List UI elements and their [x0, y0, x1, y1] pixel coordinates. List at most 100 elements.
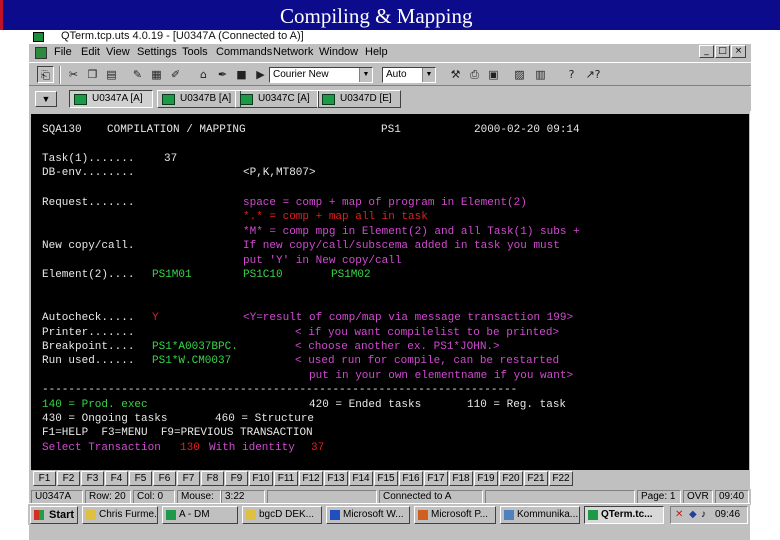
macro-icon[interactable]: ✐	[167, 66, 184, 83]
fkey-f3[interactable]: F3	[81, 471, 104, 486]
chevron-down-icon[interactable]: ▼	[359, 68, 372, 82]
breakpoint-field[interactable]: PS1*A0037BPC.	[152, 341, 238, 354]
fkey-f17[interactable]: F17	[424, 471, 448, 486]
stop-icon[interactable]: ■	[233, 66, 250, 83]
status-page: Page: 1	[637, 490, 681, 504]
menu-edit[interactable]: Edit	[81, 46, 100, 58]
taskbar-item-label: Kommunika...	[517, 509, 579, 520]
fkey-f10[interactable]: F10	[249, 471, 273, 486]
session-tab-u0347a[interactable]: U0347A [A]	[69, 90, 153, 108]
legend-reg: 110 = Reg. task	[467, 399, 567, 411]
cut-icon[interactable]: ✂	[65, 66, 82, 83]
image-icon[interactable]: ▨	[511, 66, 528, 83]
size-combo[interactable]: Auto ▼	[382, 67, 436, 83]
select-prefix: Select Transaction	[42, 442, 161, 454]
session-tab-u0347c[interactable]: U0347C [A]	[235, 90, 319, 108]
taskbar-item[interactable]: Chris Furme...	[82, 506, 158, 524]
fkey-f11[interactable]: F11	[274, 471, 298, 486]
window-title: QTerm.tcp.uts 4.0.19 - [U0347A (Connecte…	[61, 30, 304, 42]
fkey-f22[interactable]: F22	[549, 471, 573, 486]
fkey-f9[interactable]: F9	[225, 471, 248, 486]
taskbar-item[interactable]: Microsoft P...	[414, 506, 496, 524]
tray-icon[interactable]: ◆	[689, 507, 697, 523]
taskbar-item[interactable]: Kommunika...	[500, 506, 580, 524]
font-combo[interactable]: Courier New ▼	[269, 67, 373, 83]
fkey-f15[interactable]: F15	[374, 471, 398, 486]
grid-icon[interactable]: ▦	[148, 66, 165, 83]
element-field[interactable]: PS1M02	[331, 269, 371, 282]
play-icon[interactable]: ▶	[252, 66, 269, 83]
function-key-bar: F1 F2 F3 F4 F5 F6 F7 F8 F9 F10 F11 F12 F13 F14 F15 F16 F…	[31, 470, 749, 486]
fkey-f20[interactable]: F20	[499, 471, 523, 486]
record-icon[interactable]: ✎	[129, 66, 146, 83]
autocheck-help: <Y=result of comp/map via message transa…	[243, 312, 574, 324]
paste-icon[interactable]: ▤	[103, 66, 120, 83]
autocheck-field[interactable]: Y	[152, 312, 159, 325]
menu-view[interactable]: View	[106, 46, 130, 58]
breakpoint-help: < choose another ex. PS1*JOHN.>	[295, 341, 500, 353]
fkey-f12[interactable]: F12	[299, 471, 323, 486]
menu-window[interactable]: Window	[319, 46, 358, 58]
fkey-f7[interactable]: F7	[177, 471, 200, 486]
element-field[interactable]: PS1M01	[152, 269, 192, 282]
printer-label: Printer.......	[42, 327, 135, 339]
taskbar-item[interactable]: A - DM	[162, 506, 238, 524]
menu-tools[interactable]: Tools	[182, 46, 208, 58]
fkey-f16[interactable]: F16	[399, 471, 423, 486]
chevron-down-icon[interactable]: ▼	[422, 68, 435, 82]
fkey-f4[interactable]: F4	[105, 471, 128, 486]
fkey-f18[interactable]: F18	[449, 471, 473, 486]
speaker-icon[interactable]: ♪	[701, 507, 706, 523]
fkey-f13[interactable]: F13	[324, 471, 348, 486]
copy-icon[interactable]: ❐	[84, 66, 101, 83]
taskbar-item[interactable]: bgcD DEK...	[242, 506, 322, 524]
taskbar-item[interactable]: Microsoft W...	[326, 506, 410, 524]
close-button[interactable]: ×	[731, 45, 746, 58]
save-icon[interactable]: ▣	[485, 66, 502, 83]
home-icon[interactable]: ⌂	[195, 66, 212, 83]
fkey-f14[interactable]: F14	[349, 471, 373, 486]
fkey-f19[interactable]: F19	[474, 471, 498, 486]
menu-file[interactable]: File	[54, 46, 72, 58]
qterm-icon	[588, 510, 598, 520]
select-transaction-field[interactable]: 130	[180, 442, 200, 455]
session-tab-u0347b[interactable]: U0347B [A]	[157, 90, 241, 108]
menu-network[interactable]: Network	[273, 46, 313, 58]
status-time: 09:40	[715, 490, 749, 504]
task-field[interactable]: 37	[164, 153, 177, 166]
status-col: Col: 0	[133, 490, 175, 504]
taskbar-item-active[interactable]: QTerm.tc...	[584, 506, 664, 524]
request-help-line: *M* = comp mpg in Element(2) and all Tas…	[243, 226, 580, 238]
runused-field[interactable]: PS1*W.CM0037	[152, 355, 231, 368]
minimize-button[interactable]: _	[699, 45, 714, 58]
print-icon[interactable]: ⎙	[466, 66, 483, 83]
menu-help[interactable]: Help	[365, 46, 388, 58]
element-field[interactable]: PS1C10	[243, 269, 283, 282]
menu-commands[interactable]: Commands	[216, 46, 272, 58]
session-dropdown[interactable]: ▼	[35, 91, 57, 107]
menu-settings[interactable]: Settings	[137, 46, 177, 58]
session-tab-u0347d[interactable]: U0347D [E]	[317, 90, 401, 108]
pen-icon[interactable]: ✒	[214, 66, 231, 83]
fkey-f6[interactable]: F6	[153, 471, 176, 486]
window-titlebar[interactable]: QTerm.tcp.uts 4.0.19 - [U0347A (Connecte…	[29, 30, 751, 44]
select-identity-field[interactable]: 37	[311, 442, 324, 455]
maximize-button[interactable]: □	[715, 45, 730, 58]
help-icon[interactable]: ?	[563, 66, 580, 83]
fkey-f2[interactable]: F2	[57, 471, 80, 486]
start-button[interactable]: Start	[30, 506, 78, 524]
fkey-f8[interactable]: F8	[201, 471, 224, 486]
whats-this-icon[interactable]: ↗?	[582, 66, 604, 83]
fkey-f5[interactable]: F5	[129, 471, 152, 486]
tools-icon[interactable]: ⚒	[447, 66, 464, 83]
tray-icon[interactable]: ✕	[675, 507, 683, 523]
document-icon[interactable]	[35, 47, 47, 59]
fkey-f21[interactable]: F21	[524, 471, 548, 486]
terminal-screen[interactable]: SQA130 COMPILATION / MAPPING PS1 2000-02…	[31, 114, 749, 470]
fkey-f1[interactable]: F1	[33, 471, 56, 486]
chart-icon[interactable]: ▥	[532, 66, 549, 83]
windows-taskbar: Start Chris Furme... A - DM bgcD DEK... …	[28, 503, 750, 525]
connect-icon[interactable]: ⎗	[37, 66, 54, 83]
folder-icon	[246, 510, 256, 520]
runused-help-cont: put in your own elementname if you want>	[309, 370, 574, 382]
